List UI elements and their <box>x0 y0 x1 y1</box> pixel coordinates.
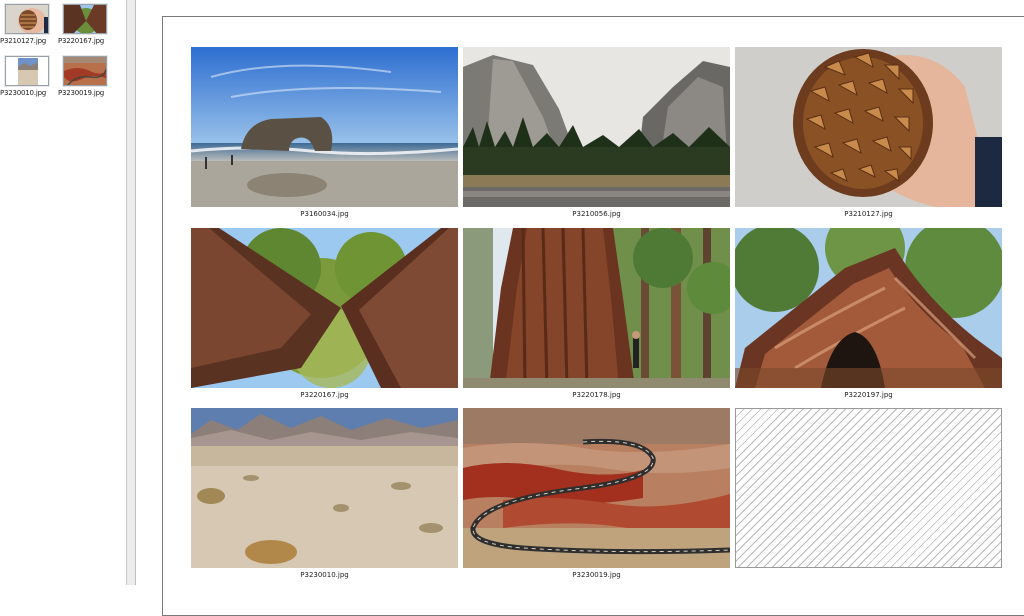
photo-cell[interactable]: P3230010.jpg <box>191 408 458 582</box>
photo-filename: P3220178.jpg <box>572 391 621 399</box>
thumbnail-filename: P3210127.jpg <box>0 37 47 45</box>
photo-cell[interactable]: P3210056.jpg <box>463 47 730 221</box>
thumbnail-image[interactable] <box>5 56 49 86</box>
photo-cell[interactable]: P3230019.jpg <box>463 408 730 582</box>
photo-cell[interactable]: P3220178.jpg <box>463 228 730 402</box>
photo-cell[interactable]: P3160034.jpg <box>191 47 458 221</box>
empty-image-slot[interactable] <box>735 408 1002 568</box>
splitter-handle[interactable] <box>127 0 135 585</box>
photo-filename: P3160034.jpg <box>300 210 349 218</box>
photo-filename: P3230019.jpg <box>572 571 621 579</box>
photo-image[interactable] <box>735 228 1002 388</box>
thumbnail-filename: P3220167.jpg <box>58 37 105 45</box>
photo-image[interactable] <box>191 47 458 207</box>
thumbnail-item[interactable]: P3230010.jpg <box>0 56 56 97</box>
photo-image[interactable] <box>463 228 730 388</box>
photo-filename: P3220167.jpg <box>300 391 349 399</box>
photo-image[interactable] <box>463 408 730 568</box>
photo-image[interactable] <box>735 47 1002 207</box>
photo-image[interactable] <box>191 408 458 568</box>
photo-image[interactable] <box>191 228 458 388</box>
thumbnail-image[interactable] <box>63 4 107 34</box>
thumbnail-image[interactable] <box>5 4 49 34</box>
photo-filename: P3210127.jpg <box>844 210 893 218</box>
photo-filename: P3230010.jpg <box>300 571 349 579</box>
thumbnail-item[interactable]: P3220167.jpg <box>58 4 114 45</box>
photo-filename: P3210056.jpg <box>572 210 621 218</box>
thumbnail-item[interactable]: P3210127.jpg <box>0 4 56 45</box>
thumbnail-filename: P3230019.jpg <box>58 89 105 97</box>
thumbnail-panel: P3210127.jpg P3220167.jpg P3230010.jpg P… <box>0 0 126 585</box>
thumbnail-item[interactable]: P3230019.jpg <box>58 56 114 97</box>
photo-cell[interactable]: P3210127.jpg <box>735 47 1002 221</box>
photo-cell[interactable]: P3220167.jpg <box>191 228 458 402</box>
photo-filename: P3220197.jpg <box>844 391 893 399</box>
photo-image[interactable] <box>463 47 730 207</box>
thumbnail-filename: P3230010.jpg <box>0 89 47 97</box>
thumbnail-image[interactable] <box>63 56 107 86</box>
photo-cell[interactable]: P3220197.jpg <box>735 228 1002 402</box>
